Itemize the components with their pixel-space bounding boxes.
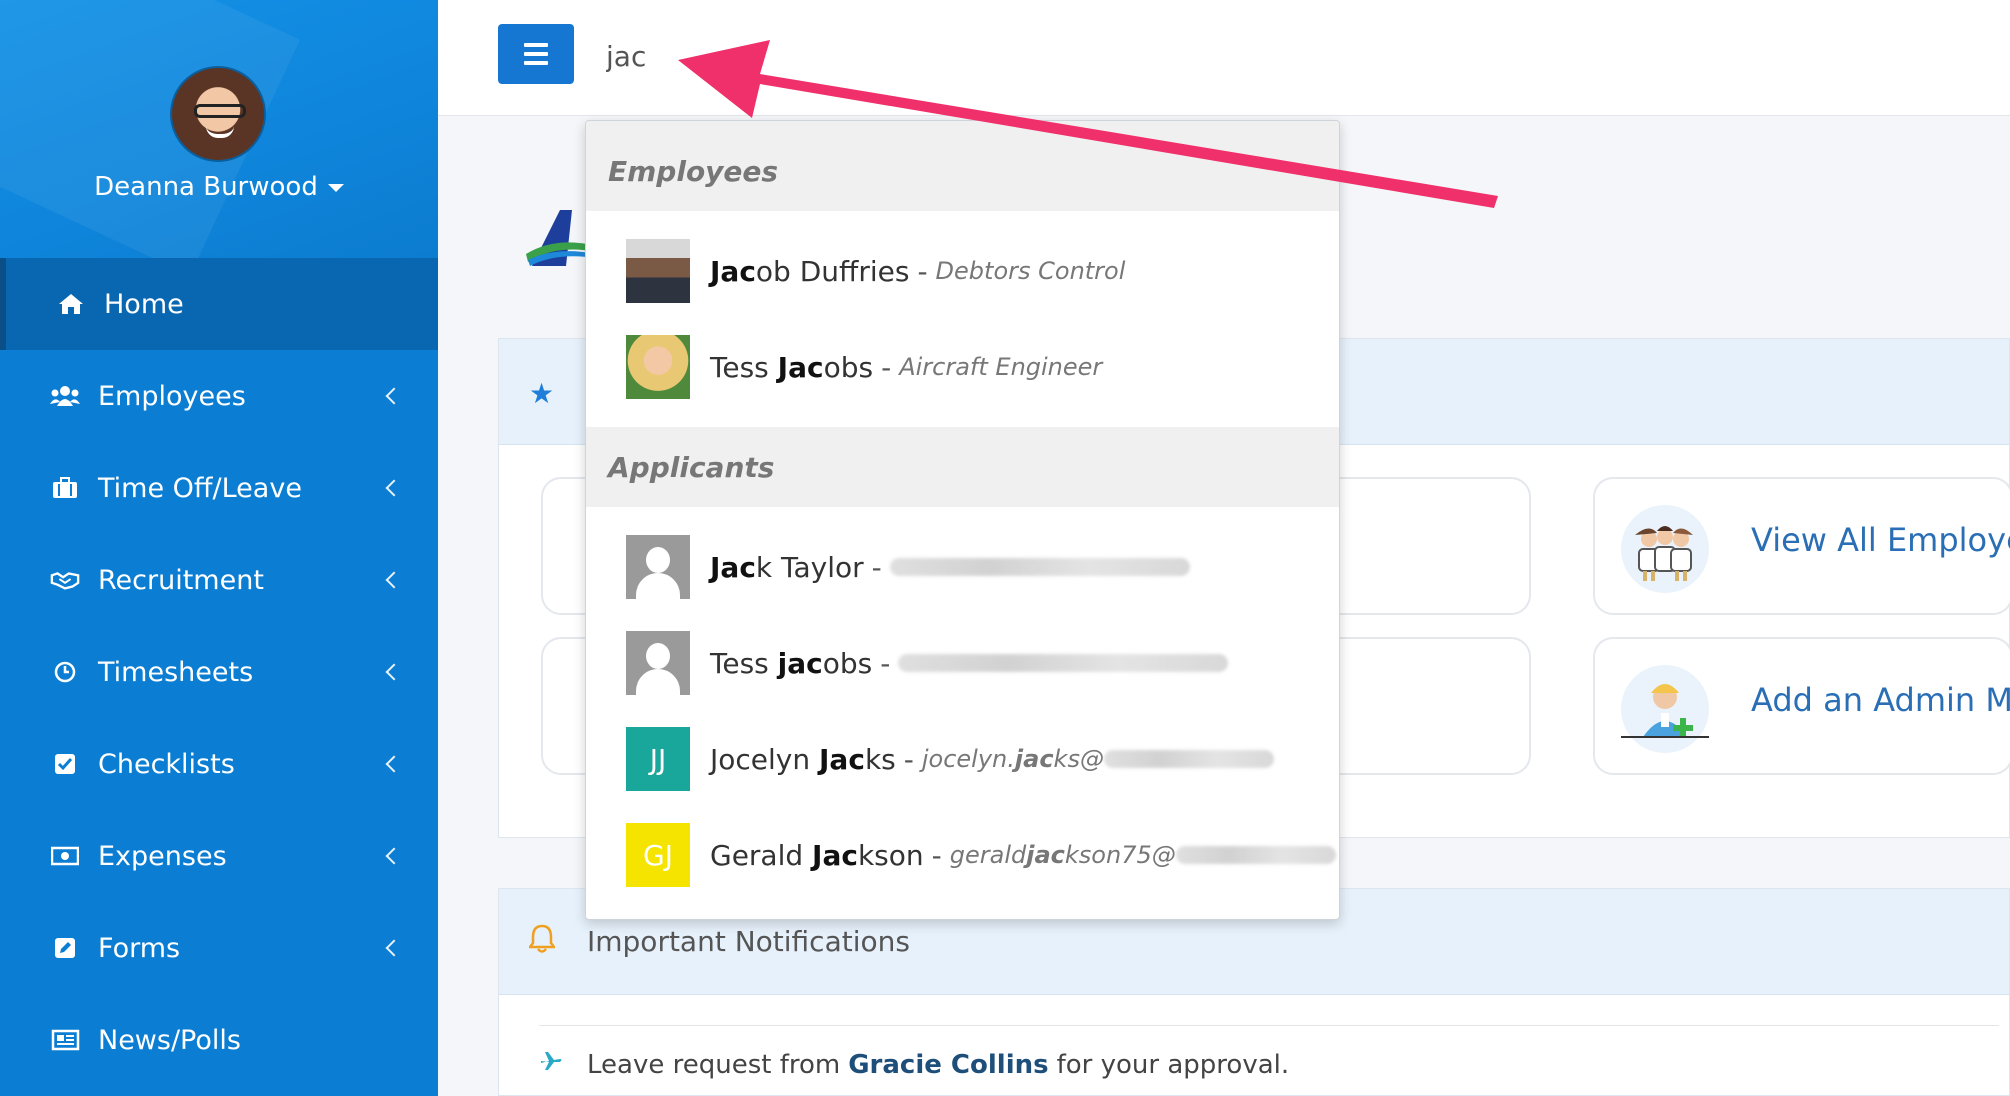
chevron-left-icon xyxy=(385,663,403,681)
sidebar-item-label: Recruitment xyxy=(98,564,264,596)
search-result-applicant[interactable]: GJ Gerald Jackson - geraldjackson75@ xyxy=(586,807,1339,903)
sidebar-item-label: Expenses xyxy=(98,840,227,872)
checkbox-icon xyxy=(50,749,80,779)
search-result-applicant[interactable]: JJ Jocelyn Jacks - jocelyn.jacks@ xyxy=(586,711,1339,807)
initials-avatar: JJ xyxy=(626,727,690,791)
separator: - xyxy=(917,254,928,288)
sidebar-item-label: Forms xyxy=(98,932,181,964)
home-icon xyxy=(56,289,86,319)
sidebar-item-expenses[interactable]: Expenses xyxy=(0,810,438,902)
redacted-email xyxy=(1175,846,1336,864)
sidebar-item-checklists[interactable]: Checklists xyxy=(0,718,438,810)
sidebar-item-timesheets[interactable]: Timesheets xyxy=(0,626,438,718)
result-name: Jacob Duffries xyxy=(710,254,910,288)
sidebar-item-time-off[interactable]: Time Off/Leave xyxy=(0,442,438,534)
sidebar-item-label: Time Off/Leave xyxy=(98,472,302,504)
employees-group-icon xyxy=(1621,505,1709,593)
applicants-section-header: Applicants xyxy=(586,427,1339,507)
chevron-left-icon xyxy=(385,479,403,497)
search-results-dropdown: Employees Jacob Duffries - Debtors Contr… xyxy=(585,120,1340,920)
star-icon: ★ xyxy=(529,377,555,410)
hamburger-menu-button[interactable] xyxy=(498,24,574,84)
employee-avatar xyxy=(626,239,690,303)
chevron-left-icon xyxy=(385,939,403,957)
sidebar-item-home[interactable]: Home xyxy=(0,258,438,350)
initials-avatar: GJ xyxy=(626,823,690,887)
result-email: jocelyn.jacks@ xyxy=(921,745,1104,773)
separator: - xyxy=(871,550,882,584)
separator: - xyxy=(931,838,942,872)
chevron-left-icon xyxy=(385,387,403,405)
dropdown-top-gap xyxy=(586,121,1339,131)
sidebar-item-employees[interactable]: Employees xyxy=(0,350,438,442)
employee-avatar xyxy=(626,335,690,399)
briefcase-icon xyxy=(50,473,80,503)
result-name: Gerald Jackson xyxy=(710,838,924,872)
sidebar-item-label: Checklists xyxy=(98,748,235,780)
newspaper-icon xyxy=(50,1025,80,1055)
sidebar-item-forms[interactable]: Forms xyxy=(0,902,438,994)
sidebar-item-label: Home xyxy=(104,288,184,320)
result-job-title: Aircraft Engineer xyxy=(899,353,1103,381)
default-avatar-icon xyxy=(626,631,690,695)
chevron-left-icon xyxy=(385,571,403,589)
search-result-employee[interactable]: Jacob Duffries - Debtors Control xyxy=(586,223,1339,319)
sidebar-item-recruitment[interactable]: Recruitment xyxy=(0,534,438,626)
edit-icon xyxy=(50,933,80,963)
search-input[interactable] xyxy=(606,34,866,78)
users-icon xyxy=(50,381,80,411)
clock-icon xyxy=(50,657,80,687)
result-name: Jack Taylor xyxy=(710,550,864,584)
separator: - xyxy=(903,742,914,776)
chevron-left-icon xyxy=(385,755,403,773)
handshake-icon xyxy=(50,565,80,595)
chevron-left-icon xyxy=(385,847,403,865)
redacted-email xyxy=(1103,750,1274,768)
view-all-employees-label: View All Employe xyxy=(1751,521,2010,559)
caret-down-icon xyxy=(327,183,344,192)
notifications-title: Important Notifications xyxy=(587,925,910,958)
separator: - xyxy=(880,646,891,680)
sidebar: Deanna Burwood Home Employees Time Off/L… xyxy=(0,0,438,1096)
search-result-employee[interactable]: Tess Jacobs - Aircraft Engineer xyxy=(586,319,1339,415)
sidebar-nav: Home Employees Time Off/Leave Recruitmen… xyxy=(0,258,438,1086)
search-result-applicant[interactable]: Tess jacobs - xyxy=(586,615,1339,711)
notification-text-pre: Leave request from xyxy=(587,1049,841,1080)
add-admin-card[interactable]: Add an Admin Ma xyxy=(1593,637,2010,775)
result-name: Jocelyn Jacks xyxy=(710,742,896,776)
redacted-email xyxy=(889,558,1190,576)
result-job-title: Debtors Control xyxy=(935,257,1126,285)
add-admin-label: Add an Admin Ma xyxy=(1751,681,2010,719)
separator: - xyxy=(881,350,892,384)
sidebar-item-news-polls[interactable]: News/Polls xyxy=(0,994,438,1086)
result-name: Tess jacobs xyxy=(710,646,873,680)
result-email: geraldjackson75@ xyxy=(949,841,1176,869)
user-menu-toggle[interactable]: Deanna Burwood xyxy=(0,172,438,202)
default-avatar-icon xyxy=(626,535,690,599)
notification-text-post: for your approval. xyxy=(1056,1049,1290,1080)
user-avatar[interactable] xyxy=(170,66,266,162)
bell-icon xyxy=(527,923,557,961)
money-icon xyxy=(50,841,80,871)
user-profile: Deanna Burwood xyxy=(0,0,438,258)
sidebar-item-label: News/Polls xyxy=(98,1024,241,1056)
result-name: Tess Jacobs xyxy=(710,350,874,384)
employees-section-header: Employees xyxy=(586,131,1339,211)
sidebar-item-label: Timesheets xyxy=(98,656,254,688)
redacted-email xyxy=(898,654,1229,672)
sidebar-item-label: Employees xyxy=(98,380,246,412)
top-bar xyxy=(438,0,2010,116)
search-result-applicant[interactable]: Jack Taylor - xyxy=(586,519,1339,615)
notification-person-link[interactable]: Gracie Collins xyxy=(848,1050,1048,1080)
notification-item[interactable]: Leave request from Gracie Collins for yo… xyxy=(539,1049,1289,1080)
plane-icon xyxy=(539,1049,563,1080)
divider xyxy=(539,1025,1999,1026)
add-admin-icon xyxy=(1621,665,1709,753)
view-all-employees-card[interactable]: View All Employe xyxy=(1593,477,2010,615)
user-name: Deanna Burwood xyxy=(94,172,318,202)
